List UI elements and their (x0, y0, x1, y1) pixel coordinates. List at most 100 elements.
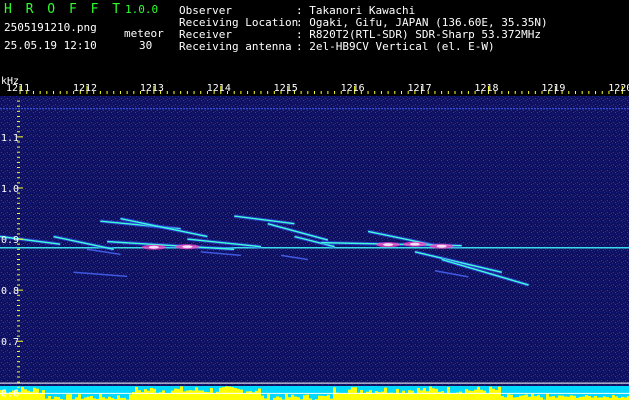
bottom-strip-bar (483, 390, 486, 400)
bottom-strip-bar (186, 390, 189, 400)
echo-core (148, 245, 159, 249)
bottom-strip-bar (471, 390, 474, 400)
bottom-strip-bar (99, 394, 102, 400)
bottom-strip-bar (210, 388, 213, 400)
echo-core (383, 243, 394, 247)
frequency-axis: 1211121212131214121512161217121812191220 (6, 83, 629, 94)
bottom-strip-bar (339, 393, 342, 400)
bottom-strip-bar (246, 391, 249, 400)
y-tick-label: 0.6 (1, 388, 19, 399)
bottom-strip-bar (327, 394, 330, 400)
bottom-strip-bar (168, 393, 171, 400)
bottom-strip-bar (189, 390, 192, 400)
bottom-strip-bar (147, 390, 150, 400)
bottom-strip-bar (234, 388, 237, 400)
bottom-strip-bar (78, 394, 81, 400)
bottom-strip-bar (459, 391, 462, 400)
event-count: 30 (139, 39, 153, 52)
bottom-strip-bar (33, 387, 36, 400)
bottom-strip-bar (345, 393, 348, 400)
bottom-strip-bar (156, 392, 159, 400)
bottom-strip-bar (258, 388, 261, 400)
y-tick-label: 0.9 (1, 235, 19, 246)
bottom-strip-bar (201, 390, 204, 400)
bottom-strip-bar (318, 395, 321, 400)
x-tick-label: 1214 (207, 83, 231, 94)
bottom-strip-bar (510, 394, 513, 400)
x-tick-label: 1216 (341, 83, 365, 94)
bottom-strip-bar (594, 395, 597, 400)
bottom-strip-bar (525, 394, 528, 400)
info-label-antenna: Receiving antenna (179, 40, 292, 53)
y-tick-label: 0.7 (1, 337, 19, 348)
bottom-strip-bar (615, 396, 618, 400)
bottom-strip-bar (552, 396, 555, 400)
bottom-strip-bar (48, 395, 51, 400)
bottom-strip-bar (420, 390, 423, 400)
bottom-strip-bar (468, 390, 471, 400)
bottom-strip-bar (348, 389, 351, 400)
bottom-strip-bar (153, 388, 156, 400)
echo-core (409, 242, 420, 246)
bottom-strip-bar (144, 389, 147, 400)
bottom-strip-bar (486, 393, 489, 400)
bottom-strip-bar (435, 388, 438, 400)
bottom-strip-bar (417, 387, 420, 400)
bottom-strip-bar (267, 394, 270, 400)
bottom-strip-bar (588, 396, 591, 400)
bottom-strip-bar (213, 392, 216, 400)
info-value-antenna: : 2el-HB9CV Vertical (el. E-W) (296, 40, 495, 53)
bottom-strip-bar (564, 396, 567, 400)
bottom-strip-bar (183, 391, 186, 400)
bottom-strip-bar (414, 393, 417, 400)
bottom-strip-bar (276, 396, 279, 400)
bottom-strip-bar (162, 390, 165, 400)
bottom-strip-bar (369, 390, 372, 400)
bottom-strip-bar (129, 394, 132, 400)
bottom-strip-bar (24, 389, 27, 400)
bottom-strip-bar (363, 393, 366, 400)
bottom-strip-bar (357, 392, 360, 400)
y-tick-label: 1.0 (1, 184, 19, 195)
bottom-strip-bar (285, 394, 288, 400)
bottom-strip-bar (534, 396, 537, 400)
bottom-strip-bar (375, 391, 378, 400)
capture-timestamp: 25.05.19 12:10 (4, 39, 97, 52)
bottom-strip-bar (480, 389, 483, 400)
bottom-strip-bar (411, 390, 414, 400)
bottom-strip-bar (393, 393, 396, 400)
bottom-strip-bar (519, 395, 522, 400)
bottom-strip-bar (453, 393, 456, 400)
bottom-strip-bar (570, 395, 573, 400)
spectrogram-panel: 1211121212131214121512161217121812191220… (0, 76, 629, 400)
bottom-strip-bar (27, 390, 30, 400)
bottom-strip-bar (39, 393, 42, 400)
bottom-strip-bar (573, 395, 576, 400)
bottom-strip-bar (36, 388, 39, 400)
bottom-strip-bar (501, 395, 504, 400)
bottom-strip-bar (237, 388, 240, 400)
bottom-strip-bar (171, 390, 174, 400)
bottom-strip-bar (495, 390, 498, 400)
x-tick-label: 1220 (608, 83, 629, 94)
bottom-strip-bar (423, 388, 426, 400)
bottom-strip-bar (174, 388, 177, 400)
bottom-strip-bar (396, 389, 399, 400)
bottom-strip-bar (321, 395, 324, 400)
bottom-strip-bar (432, 388, 435, 400)
bottom-strip-bar (303, 395, 306, 400)
echo-core (436, 244, 447, 248)
x-tick-label: 1217 (408, 83, 432, 94)
bottom-strip-bar (342, 393, 345, 400)
bottom-strip-bar (585, 395, 588, 400)
x-tick-label: 1215 (274, 83, 298, 94)
bottom-strip-bar (192, 390, 195, 400)
x-tick-label: 1213 (140, 83, 164, 94)
x-tick-label: 1219 (541, 83, 565, 94)
bottom-strip-bar (405, 393, 408, 400)
bottom-strip-bar (249, 391, 252, 400)
bottom-strip-bar (291, 394, 294, 400)
bottom-strip-bar (66, 394, 69, 400)
bottom-strip-bar (54, 396, 57, 400)
bottom-strip-bar (294, 396, 297, 400)
